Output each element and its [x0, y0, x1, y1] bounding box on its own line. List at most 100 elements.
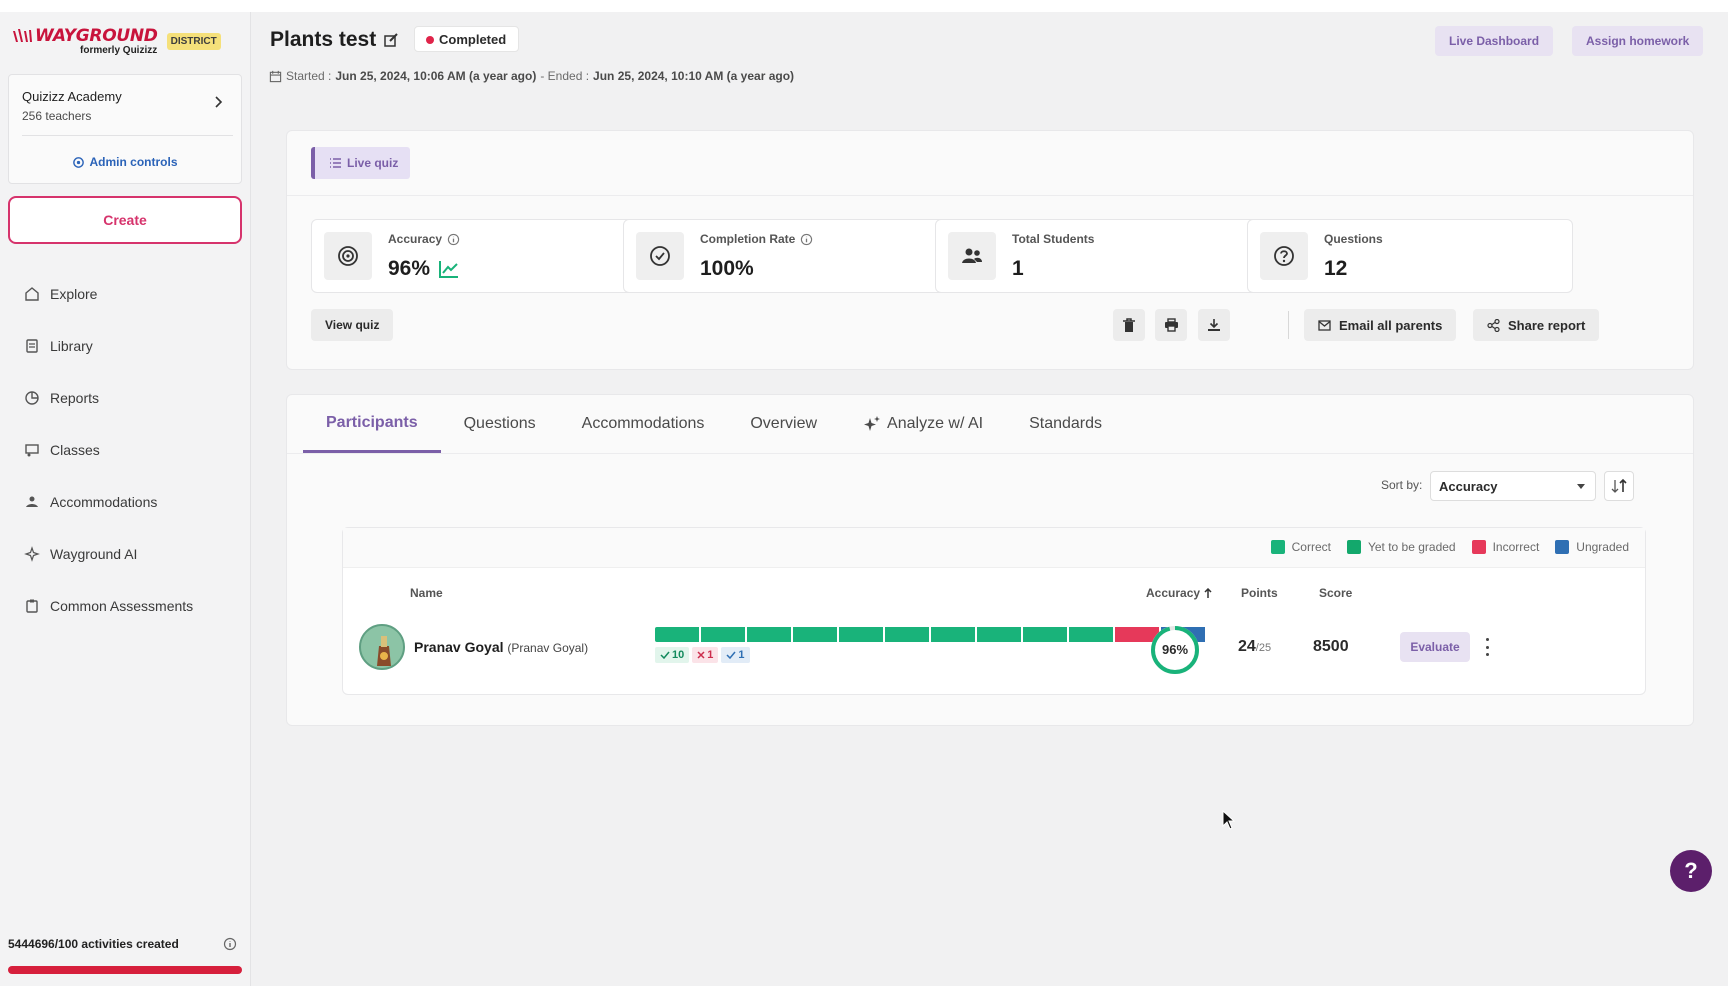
sidebar-item-explore[interactable]: Explore: [24, 268, 193, 320]
admin-controls-label: Admin controls: [89, 155, 178, 169]
accuracy-percent: 96%: [1162, 642, 1188, 657]
tab-analyze-ai[interactable]: Analyze w/ AI: [840, 395, 1006, 453]
brand[interactable]: WAYGROUND formerly Quizizz DISTRICT: [12, 26, 221, 56]
main-content: Plants test Completed Started : Jun 25, …: [252, 12, 1728, 986]
question-segment-correct: [839, 627, 883, 642]
started-value: Jun 25, 2024, 10:06 AM (a year ago): [335, 69, 537, 83]
logo-subtitle: formerly Quizizz: [80, 45, 158, 56]
question-result-bar: [655, 627, 1205, 642]
cross-icon: [697, 651, 705, 659]
column-header-score[interactable]: Score: [1319, 586, 1352, 600]
stat-completion-rate: Completion Rate 100%: [623, 219, 949, 293]
accommodations-icon: [26, 496, 38, 507]
more-options-icon[interactable]: [1480, 638, 1494, 656]
legend-label: Correct: [1291, 540, 1331, 554]
evaluate-button[interactable]: Evaluate: [1400, 632, 1470, 662]
share-report-button[interactable]: Share report: [1473, 309, 1600, 341]
score-value: 8500: [1313, 638, 1349, 655]
admin-controls-link[interactable]: Admin controls: [9, 155, 241, 169]
live-quiz-tag: Live quiz: [311, 147, 411, 179]
column-header-name[interactable]: Name: [410, 586, 443, 600]
download-button[interactable]: [1198, 309, 1230, 341]
info-icon[interactable]: [223, 937, 237, 951]
summary-header: Live quiz: [287, 131, 1693, 196]
activities-count: 5444696/100 activities created: [8, 937, 179, 951]
tabs-divider: [287, 453, 1693, 454]
stat-label-text: Questions: [1324, 232, 1383, 246]
logo[interactable]: WAYGROUND formerly Quizizz: [12, 26, 158, 56]
chevron-right-icon[interactable]: [213, 95, 223, 109]
sidebar-item-library[interactable]: Library: [24, 320, 193, 372]
sidebar-item-label: Wayground AI: [50, 546, 138, 562]
info-icon[interactable]: [800, 233, 813, 246]
users-icon: [962, 248, 982, 263]
live-dashboard-button[interactable]: Live Dashboard: [1435, 26, 1554, 56]
check-icon: [726, 651, 736, 659]
help-button[interactable]: ?: [1670, 850, 1712, 892]
tab-questions[interactable]: Questions: [441, 395, 559, 453]
points-value: 24/25: [1238, 638, 1271, 656]
sidebar-item-label: Common Assessments: [50, 598, 194, 614]
stat-label: Questions: [1324, 232, 1383, 246]
delete-button[interactable]: [1113, 309, 1145, 341]
sort-by-select[interactable]: Accuracy: [1430, 471, 1596, 501]
column-header-points[interactable]: Points: [1241, 586, 1278, 600]
stat-label-text: Accuracy: [388, 232, 443, 246]
graded-count-badge: 1: [721, 647, 750, 663]
stat-value: 100%: [700, 257, 754, 280]
tab-overview[interactable]: Overview: [727, 395, 840, 453]
accuracy-ring: 96%: [1149, 624, 1201, 676]
legend-item-yet-to-be-graded: Yet to be graded: [1346, 540, 1456, 554]
org-card[interactable]: Quizizz Academy 256 teachers Admin contr…: [8, 74, 242, 184]
sort-direction-button[interactable]: [1604, 471, 1634, 501]
tab-accommodations[interactable]: Accommodations: [559, 395, 728, 453]
tab-standards[interactable]: Standards: [1006, 395, 1125, 453]
question-segment-correct: [977, 627, 1021, 642]
sidebar-item-reports[interactable]: Reports: [24, 372, 193, 424]
question-segment-correct: [701, 627, 745, 642]
email-all-parents-label: Email all parents: [1339, 317, 1443, 333]
status-badge: Completed: [414, 26, 520, 52]
stat-label-text: Total Students: [1012, 232, 1095, 246]
assign-homework-button[interactable]: Assign homework: [1572, 26, 1704, 56]
view-quiz-button[interactable]: View quiz: [311, 309, 394, 341]
ended-value: Jun 25, 2024, 10:10 AM (a year ago): [593, 69, 795, 83]
legend-swatch: [1270, 540, 1285, 554]
points-earned: 24: [1238, 638, 1256, 655]
legend-label: Yet to be graded: [1367, 540, 1456, 554]
tab-participants[interactable]: Participants: [303, 395, 441, 453]
sidebar-item-accommodations[interactable]: Accommodations: [24, 476, 193, 528]
legend-swatch: [1346, 540, 1361, 554]
edit-icon[interactable]: [383, 32, 399, 48]
student-alias: (Pranav Goyal): [507, 641, 589, 655]
email-all-parents-button[interactable]: Email all parents: [1304, 309, 1457, 341]
stat-value: 96%: [388, 257, 460, 281]
sidebar-item-wayground-ai[interactable]: Wayground AI: [24, 528, 193, 580]
legend-item-incorrect: Incorrect: [1471, 540, 1539, 554]
student-name[interactable]: Pranav Goyal (Pranav Goyal): [414, 639, 588, 655]
tab-bar: Participants Questions Accommodations Ov…: [303, 395, 1125, 453]
question-result-counts: 10 1 1: [655, 647, 750, 663]
accuracy-value: 96%: [388, 257, 431, 280]
caret-down-icon: [1577, 484, 1585, 489]
sidebar-item-common-assessments[interactable]: Common Assessments: [24, 580, 193, 632]
question-segment-correct: [793, 627, 837, 642]
correct-count-badge: 10: [655, 647, 690, 663]
stat-value: 12: [1324, 257, 1348, 280]
legend-item-correct: Correct: [1270, 540, 1331, 554]
incorrect-count-badge: 1: [692, 647, 719, 663]
accuracy-ring-graphic: 96%: [1151, 626, 1199, 674]
question-circle-icon: [1274, 246, 1294, 266]
stat-icon-box: [324, 232, 372, 280]
legend: Correct Yet to be graded Incorrect Ungra…: [1270, 540, 1629, 554]
legend-bar: Correct Yet to be graded Incorrect Ungra…: [343, 528, 1645, 568]
print-button[interactable]: [1155, 309, 1187, 341]
create-button[interactable]: Create: [8, 196, 242, 244]
sort-by-value: Accuracy: [1439, 478, 1498, 494]
avatar-image: [361, 626, 403, 668]
info-icon[interactable]: [447, 233, 460, 246]
sidebar-item-classes[interactable]: Classes: [24, 424, 193, 476]
stat-icon-box: [636, 232, 684, 280]
sparkle-icon: [24, 546, 40, 562]
column-header-accuracy[interactable]: Accuracy: [1146, 586, 1212, 600]
